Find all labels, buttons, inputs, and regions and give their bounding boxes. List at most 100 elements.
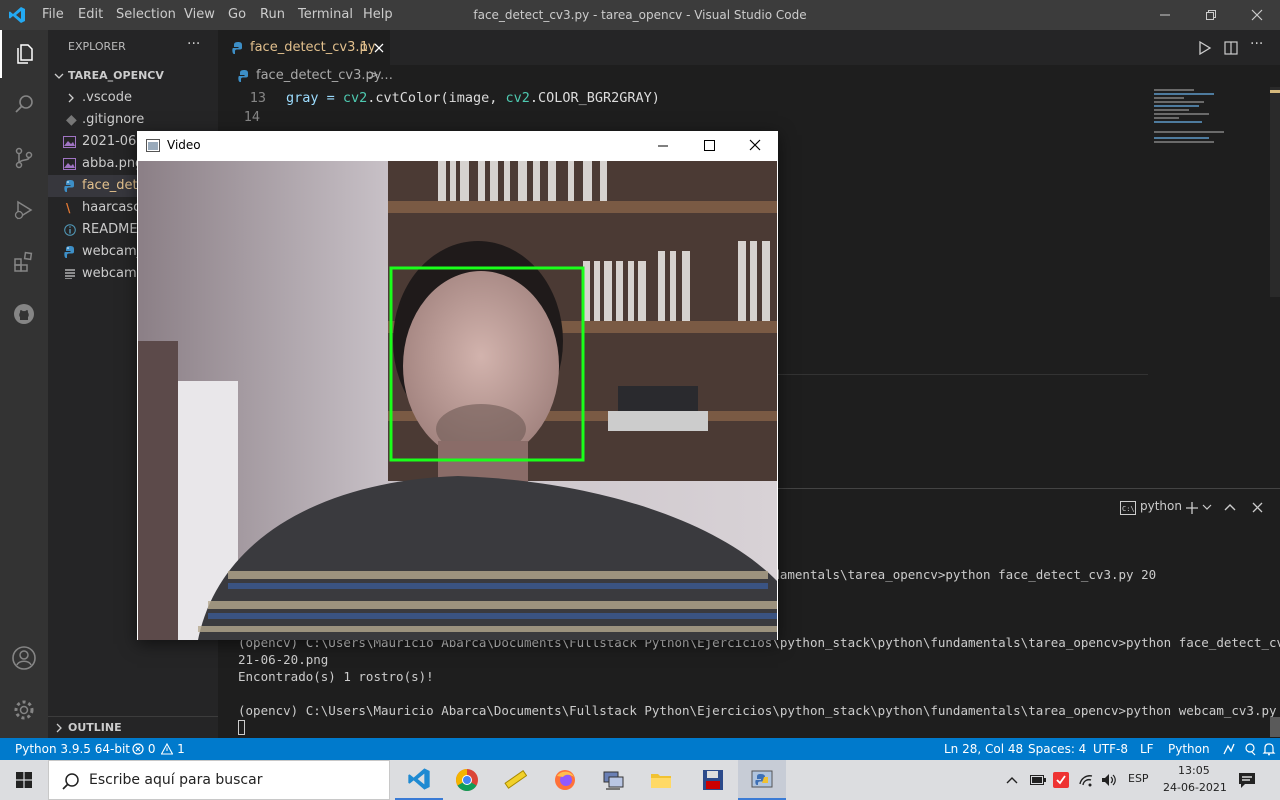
chevron-right-icon (56, 723, 62, 733)
editor-scrollbar[interactable] (1270, 87, 1280, 297)
status-bar: Python 3.9.5 64-bit 0 1 Ln 28, Col 48 Sp… (0, 738, 1280, 760)
title-bar: File Edit Selection View Go Run Terminal… (0, 0, 1280, 30)
problems-indicator[interactable]: 0 1 (132, 738, 185, 760)
python-file-icon (232, 42, 242, 54)
taskbar-search[interactable]: Escribe aquí para buscar (48, 760, 390, 800)
taskbar-app-firefox[interactable] (541, 760, 589, 800)
menu-selection[interactable]: Selection (116, 0, 176, 30)
windows-logo-icon (16, 772, 32, 788)
taskbar-app-python[interactable] (738, 760, 786, 800)
image-file-icon (63, 136, 76, 148)
python-interpreter[interactable]: Python 3.9.5 64-bit (15, 738, 130, 760)
tree-item-vscode[interactable]: .vscode (48, 87, 218, 109)
chevron-up-icon[interactable] (1006, 775, 1018, 785)
menu-view[interactable]: View (184, 0, 215, 30)
source-control-icon (15, 147, 33, 169)
terminal-shell-select[interactable]: python (1140, 499, 1182, 513)
extensions-icon (14, 251, 33, 272)
error-icon (132, 743, 144, 755)
close-icon[interactable] (749, 139, 761, 151)
close-window-button[interactable] (1234, 0, 1280, 30)
split-editor-icon[interactable] (1224, 41, 1238, 55)
run-file-icon[interactable] (1198, 41, 1212, 55)
search-placeholder: Escribe aquí para buscar (89, 772, 263, 788)
explorer-activity[interactable] (0, 30, 48, 78)
minimize-button[interactable] (1142, 0, 1188, 30)
start-button[interactable] (0, 760, 48, 800)
taskbar-app-chrome[interactable] (443, 760, 491, 800)
minimap[interactable] (1152, 87, 1270, 157)
folder-root[interactable]: TAREA_OPENCV (48, 65, 218, 87)
menu-file[interactable]: File (42, 0, 64, 30)
video-window-titlebar[interactable]: Video (137, 131, 778, 161)
taskbar-app-explorer[interactable] (637, 760, 685, 800)
antivirus-icon[interactable] (1053, 772, 1069, 788)
vscode-logo-icon[interactable] (8, 6, 26, 24)
github-icon (14, 304, 34, 324)
tree-item-label: face_dete (82, 178, 146, 193)
firefox-icon (555, 770, 575, 790)
clock-time[interactable]: 13:05 (1178, 764, 1210, 777)
run-debug-activity[interactable] (0, 186, 48, 234)
input-language[interactable]: ESP (1128, 772, 1149, 785)
extensions-activity[interactable] (0, 238, 48, 286)
end-of-line[interactable]: LF (1140, 738, 1154, 760)
code-line[interactable]: gray = cv2.cvtColor(image, cv2.COLOR_BGR… (286, 90, 660, 106)
tab-face-detect[interactable]: face_detect_cv3.py 1 (218, 30, 390, 65)
more-actions-button[interactable]: ··· (187, 36, 200, 52)
menu-help[interactable]: Help (363, 0, 393, 30)
tree-item-gitignore[interactable]: ◆ .gitignore (48, 109, 218, 131)
restore-button[interactable] (1188, 0, 1234, 30)
menu-terminal[interactable]: Terminal (298, 0, 353, 30)
outline-section[interactable]: OUTLINE (48, 716, 218, 738)
close-icon[interactable] (1252, 502, 1263, 513)
network-computer-icon (603, 771, 624, 790)
more-actions-icon[interactable]: ··· (1250, 36, 1263, 52)
encoding[interactable]: UTF-8 (1093, 738, 1128, 760)
terminal-scrollbar[interactable] (1270, 717, 1280, 737)
source-control-activity[interactable] (0, 134, 48, 182)
close-icon[interactable] (374, 43, 384, 53)
explorer-header: EXPLORER (68, 40, 126, 53)
action-center-icon[interactable] (1238, 771, 1256, 789)
breadcrumb-more[interactable]: … (380, 65, 393, 87)
chevron-right-icon (68, 93, 74, 103)
video-window[interactable]: Video (137, 131, 778, 640)
chevron-down-icon (54, 73, 64, 79)
wifi-icon[interactable] (1078, 772, 1094, 788)
line-number: 14 (243, 109, 260, 125)
chevron-down-icon[interactable] (1202, 504, 1212, 512)
maximize-panel-icon[interactable] (1224, 502, 1236, 512)
manage-activity[interactable] (0, 686, 48, 734)
menu-edit[interactable]: Edit (78, 0, 103, 30)
svg-text:C:\: C:\ (1122, 505, 1135, 513)
terminal-line: Encontrado(s) 1 rostro(s)! (238, 669, 434, 684)
github-activity[interactable] (0, 290, 48, 338)
add-terminal-icon[interactable] (1185, 501, 1199, 515)
gear-icon (14, 700, 34, 720)
battery-icon[interactable] (1030, 775, 1046, 785)
clock-date[interactable]: 24-06-2021 (1163, 781, 1227, 794)
indentation[interactable]: Spaces: 4 (1028, 738, 1086, 760)
code-token: cv2 (342, 90, 368, 106)
taskbar-app-vscode[interactable] (395, 760, 443, 800)
tree-item-label: abba.png (82, 156, 144, 171)
taskbar-app-save[interactable] (689, 760, 737, 800)
taskbar-app-network[interactable] (589, 760, 637, 800)
accounts-activity[interactable] (0, 634, 48, 682)
chrome-icon (456, 769, 478, 791)
search-activity[interactable] (0, 80, 48, 128)
language-mode[interactable]: Python (1168, 738, 1210, 760)
maximize-icon[interactable] (704, 140, 715, 151)
minimize-icon[interactable] (658, 141, 668, 151)
volume-icon[interactable] (1101, 772, 1117, 788)
cursor-position[interactable]: Ln 28, Col 48 (944, 738, 1023, 760)
divider (718, 374, 1148, 375)
webcam-frame (138, 161, 777, 640)
taskbar-app-ruler[interactable] (491, 760, 539, 800)
menu-go[interactable]: Go (228, 0, 246, 30)
search-icon (15, 95, 33, 113)
menu-run[interactable]: Run (260, 0, 285, 30)
tab-label: face_detect_cv3.py (250, 40, 376, 55)
breadcrumb-file[interactable]: face_detect_cv3.py (256, 65, 381, 87)
